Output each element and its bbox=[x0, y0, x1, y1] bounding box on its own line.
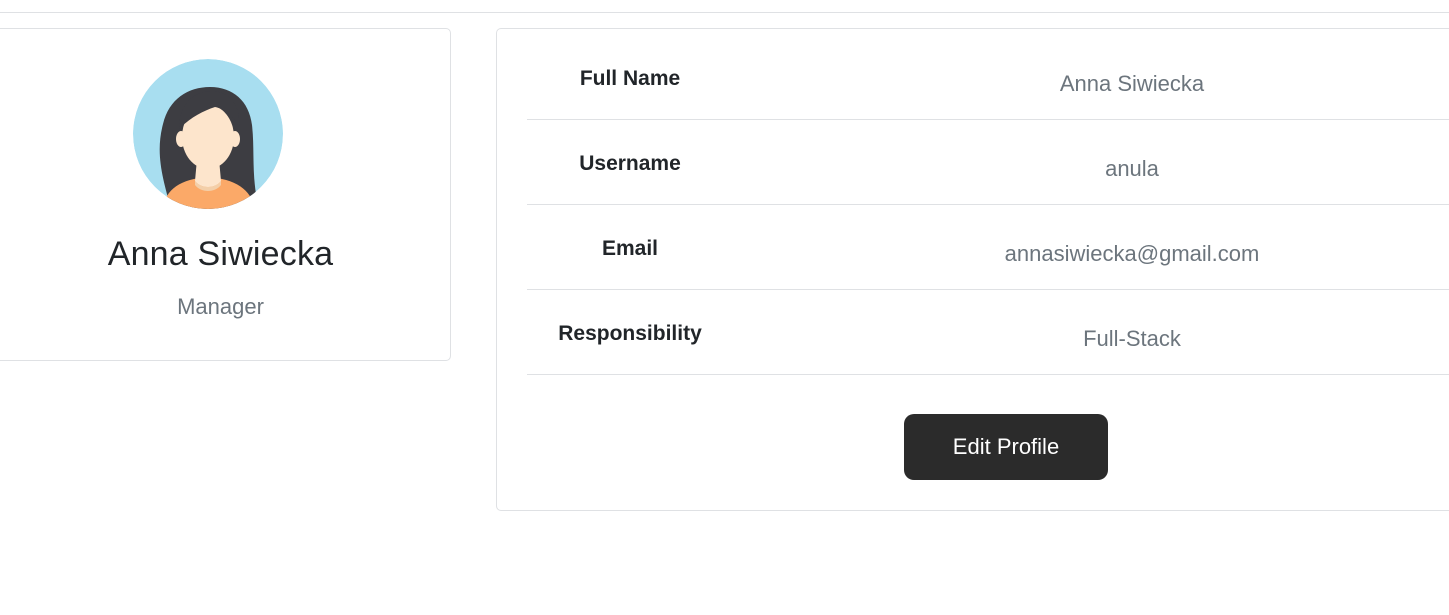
detail-label: Email bbox=[601, 237, 659, 260]
avatar bbox=[133, 59, 283, 209]
female-avatar-icon bbox=[133, 59, 283, 209]
detail-label: Full Name bbox=[579, 67, 681, 90]
detail-value: anula bbox=[1105, 156, 1159, 181]
detail-row-email: Email annasiwiecka@gmail.com bbox=[527, 205, 1449, 290]
profile-details-card: Full Name Anna Siwiecka Username anula E… bbox=[496, 28, 1449, 511]
detail-value: Full-Stack bbox=[1083, 326, 1181, 351]
detail-value: annasiwiecka@gmail.com bbox=[1004, 241, 1260, 266]
top-divider bbox=[0, 12, 1449, 13]
profile-role: Manager bbox=[177, 294, 264, 319]
detail-row-username: Username anula bbox=[527, 120, 1449, 205]
profile-card: Anna Siwiecka Manager bbox=[0, 28, 451, 361]
detail-row-full-name: Full Name Anna Siwiecka bbox=[527, 35, 1449, 120]
detail-label: Responsibility bbox=[558, 322, 702, 345]
edit-profile-button[interactable]: Edit Profile bbox=[904, 414, 1108, 480]
detail-label: Username bbox=[579, 152, 681, 175]
detail-value: Anna Siwiecka bbox=[1059, 71, 1205, 96]
detail-row-responsibility: Responsibility Full-Stack bbox=[527, 290, 1449, 375]
profile-name: Anna Siwiecka bbox=[107, 235, 334, 273]
